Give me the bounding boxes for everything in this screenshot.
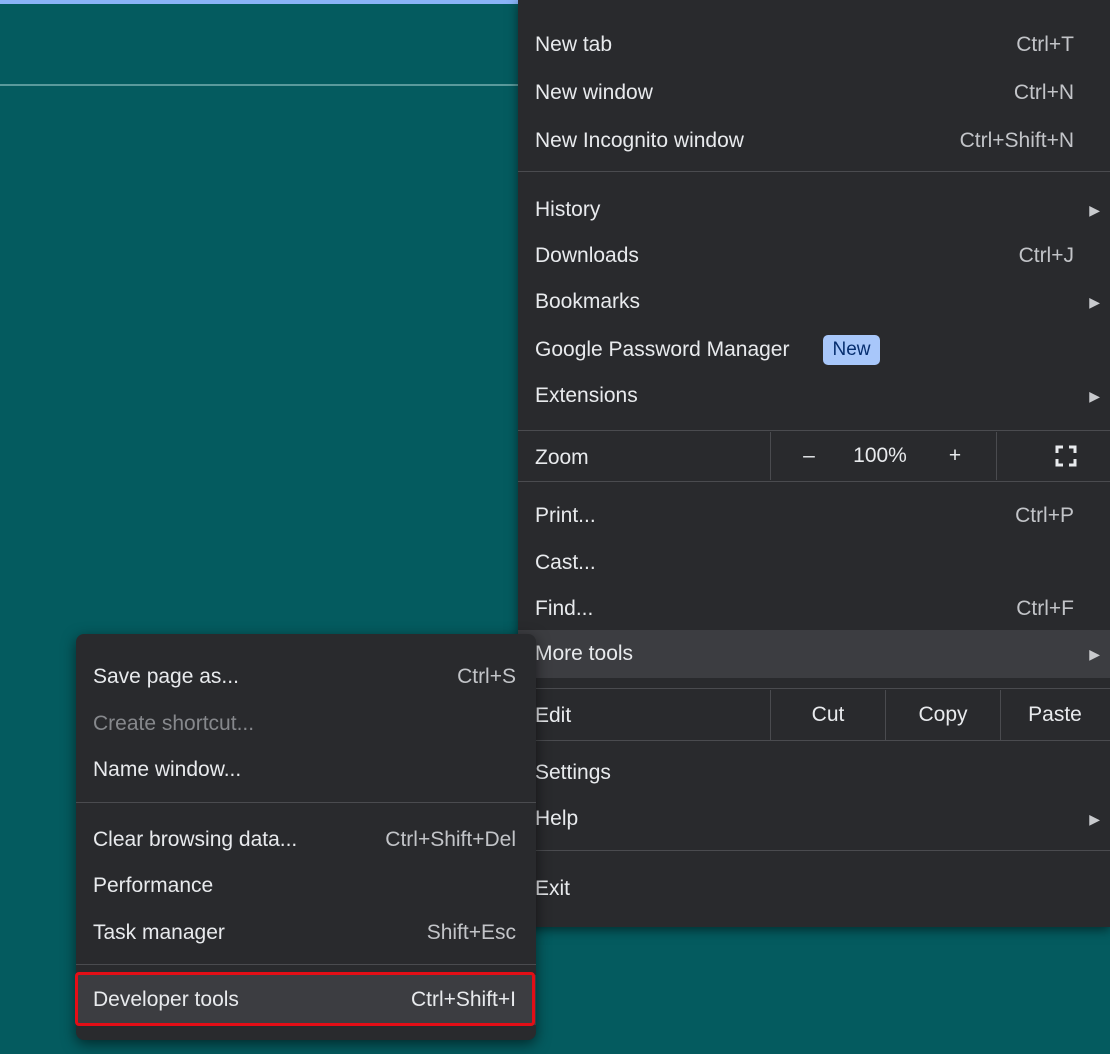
zoom-divider [770, 432, 771, 480]
shortcut-label: Ctrl+T [1016, 33, 1074, 56]
menu-item-new-incognito-window[interactable]: New Incognito window Ctrl+Shift+N [518, 118, 1110, 164]
menu-item-label: New window [535, 81, 653, 104]
zoom-divider [996, 432, 997, 480]
submenu-item-task-manager[interactable]: Task manager Shift+Esc [76, 910, 536, 956]
menu-separator [76, 802, 536, 803]
menu-separator [518, 740, 1110, 741]
menu-item-more-tools[interactable]: More tools ▶ [518, 630, 1110, 678]
menu-item-google-password-manager[interactable]: Google Password Manager New [518, 326, 1110, 374]
menu-item-label: More tools [535, 642, 634, 665]
shortcut-label: Shift+Esc [426, 921, 516, 944]
shortcut-label: Ctrl+S [457, 665, 516, 688]
menu-item-label: Performance [93, 874, 214, 897]
edit-label: Edit [535, 704, 572, 727]
shortcut-label: Ctrl+Shift+N [959, 129, 1074, 152]
menu-item-bookmarks[interactable]: Bookmarks ▶ [518, 279, 1110, 325]
more-tools-submenu: Save page as... Ctrl+S Create shortcut..… [76, 634, 536, 1040]
menu-item-label: Name window... [93, 758, 242, 781]
menu-item-label: Extensions [535, 384, 638, 407]
menu-item-new-window[interactable]: New window Ctrl+N [518, 70, 1110, 116]
menu-item-cast[interactable]: Cast... [518, 540, 1110, 586]
submenu-item-create-shortcut: Create shortcut... [76, 701, 536, 747]
menu-item-label: Clear browsing data... [93, 828, 298, 851]
menu-separator [518, 430, 1110, 431]
menu-item-label: Downloads [535, 244, 639, 267]
fullscreen-icon [1055, 445, 1077, 467]
submenu-arrow-icon: ▶ [1089, 645, 1100, 662]
menu-item-label: Help [535, 807, 579, 830]
menu-item-label: New tab [535, 33, 613, 56]
menu-item-help[interactable]: Help ▶ [518, 796, 1110, 842]
menu-item-label: Bookmarks [535, 290, 641, 313]
zoom-label: Zoom [535, 446, 589, 469]
menu-item-label: Developer tools [93, 988, 239, 1011]
menu-item-label: Print... [535, 504, 596, 527]
menu-item-label: History [535, 198, 601, 221]
new-badge: New [823, 335, 880, 365]
menu-item-label: Google Password Manager [535, 338, 790, 361]
menu-item-label: Save page as... [93, 665, 239, 688]
menu-separator [76, 964, 536, 965]
shortcut-label: Ctrl+Shift+I [410, 988, 516, 1011]
menu-item-print[interactable]: Print... Ctrl+P [518, 493, 1110, 539]
menu-item-exit[interactable]: Exit [518, 866, 1110, 912]
submenu-item-save-page-as[interactable]: Save page as... Ctrl+S [76, 654, 536, 700]
submenu-arrow-icon: ▶ [1089, 293, 1100, 310]
menu-separator [518, 688, 1110, 689]
submenu-item-performance[interactable]: Performance [76, 863, 536, 909]
cut-button[interactable]: Cut [771, 690, 885, 740]
menu-item-downloads[interactable]: Downloads Ctrl+J [518, 233, 1110, 279]
tab-strip-accent [0, 0, 520, 4]
menu-item-find[interactable]: Find... Ctrl+F [518, 586, 1110, 632]
menu-separator [518, 850, 1110, 851]
shortcut-label: Ctrl+F [1016, 597, 1074, 620]
shortcut-label: Ctrl+Shift+Del [385, 828, 516, 851]
chrome-main-menu: New tab Ctrl+T New window Ctrl+N New Inc… [518, 0, 1110, 927]
menu-item-history[interactable]: History ▶ [518, 187, 1110, 233]
shortcut-label: Ctrl+N [1013, 81, 1074, 104]
shortcut-label: Ctrl+P [1015, 504, 1074, 527]
paste-button[interactable]: Paste [1001, 690, 1109, 740]
menu-item-new-tab[interactable]: New tab Ctrl+T [518, 22, 1110, 68]
submenu-arrow-icon: ▶ [1089, 387, 1100, 404]
copy-button[interactable]: Copy [886, 690, 1000, 740]
fullscreen-button[interactable] [1036, 432, 1096, 480]
menu-item-label: Create shortcut... [93, 712, 255, 735]
submenu-arrow-icon: ▶ [1089, 201, 1100, 218]
zoom-out-button[interactable]: – [793, 432, 825, 480]
menu-item-label: Find... [535, 597, 594, 620]
menu-item-label: Task manager [93, 921, 225, 944]
menu-item-label: New Incognito window [535, 129, 744, 152]
submenu-item-developer-tools[interactable]: Developer tools Ctrl+Shift+I [76, 975, 536, 1025]
submenu-arrow-icon: ▶ [1089, 810, 1100, 827]
menu-item-extensions[interactable]: Extensions ▶ [518, 373, 1110, 419]
zoom-level: 100% [853, 444, 907, 467]
menu-item-label: Cast... [535, 551, 596, 574]
submenu-item-name-window[interactable]: Name window... [76, 747, 536, 793]
toolbar-divider [0, 84, 520, 86]
menu-item-label: Exit [535, 877, 571, 900]
submenu-item-clear-browsing-data[interactable]: Clear browsing data... Ctrl+Shift+Del [76, 817, 536, 863]
menu-separator [518, 481, 1110, 482]
menu-separator [518, 171, 1110, 172]
zoom-in-button[interactable]: + [938, 432, 972, 480]
menu-item-label: Settings [535, 761, 611, 784]
menu-item-settings[interactable]: Settings [518, 750, 1110, 796]
shortcut-label: Ctrl+J [1018, 244, 1074, 267]
